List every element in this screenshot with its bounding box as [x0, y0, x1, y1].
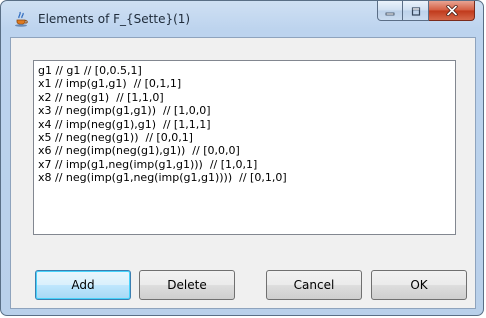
dialog-content: g1 // g1 // [0,0.5,1] x1 // imp(g1,g1) /… [10, 37, 476, 309]
maximize-icon [411, 1, 421, 20]
element-line: x4 // imp(neg(g1),g1) // [1,1,1] [38, 117, 211, 131]
delete-button[interactable]: Delete [139, 270, 235, 300]
element-line: x6 // neg(imp(neg(g1),g1)) // [0,0,0] [38, 144, 240, 158]
cancel-button[interactable]: Cancel [266, 270, 362, 300]
minimize-button[interactable] [377, 1, 403, 21]
ok-button[interactable]: OK [371, 270, 467, 300]
dialog-window: Elements of F_{Sette}(1) g1 // g1 // [0,… [0, 0, 484, 316]
add-button[interactable]: Add [35, 270, 131, 300]
close-icon [445, 1, 458, 20]
java-coffee-icon [13, 10, 31, 28]
element-line: x8 // neg(imp(g1,neg(imp(g1,g1)))) // [0… [38, 171, 287, 185]
elements-text-area[interactable]: g1 // g1 // [0,0.5,1] x1 // imp(g1,g1) /… [33, 60, 456, 235]
caption-buttons [377, 1, 475, 21]
close-button[interactable] [429, 1, 475, 21]
element-line: x7 // imp(g1,neg(imp(g1,g1))) // [1,0,1] [38, 157, 258, 171]
maximize-button[interactable] [403, 1, 429, 21]
element-line: x3 // neg(imp(g1,g1)) // [1,0,0] [38, 104, 211, 118]
window-title: Elements of F_{Sette}(1) [38, 12, 191, 26]
minimize-icon [385, 1, 395, 20]
element-line: x5 // neg(neg(g1)) // [0,0,1] [38, 130, 193, 144]
element-line: g1 // g1 // [0,0.5,1] [38, 64, 142, 77]
element-line: x1 // imp(g1,g1) // [0,1,1] [38, 77, 182, 91]
title-bar[interactable]: Elements of F_{Sette}(1) [1, 1, 483, 37]
element-line: x2 // neg(g1) // [1,1,0] [38, 90, 164, 104]
